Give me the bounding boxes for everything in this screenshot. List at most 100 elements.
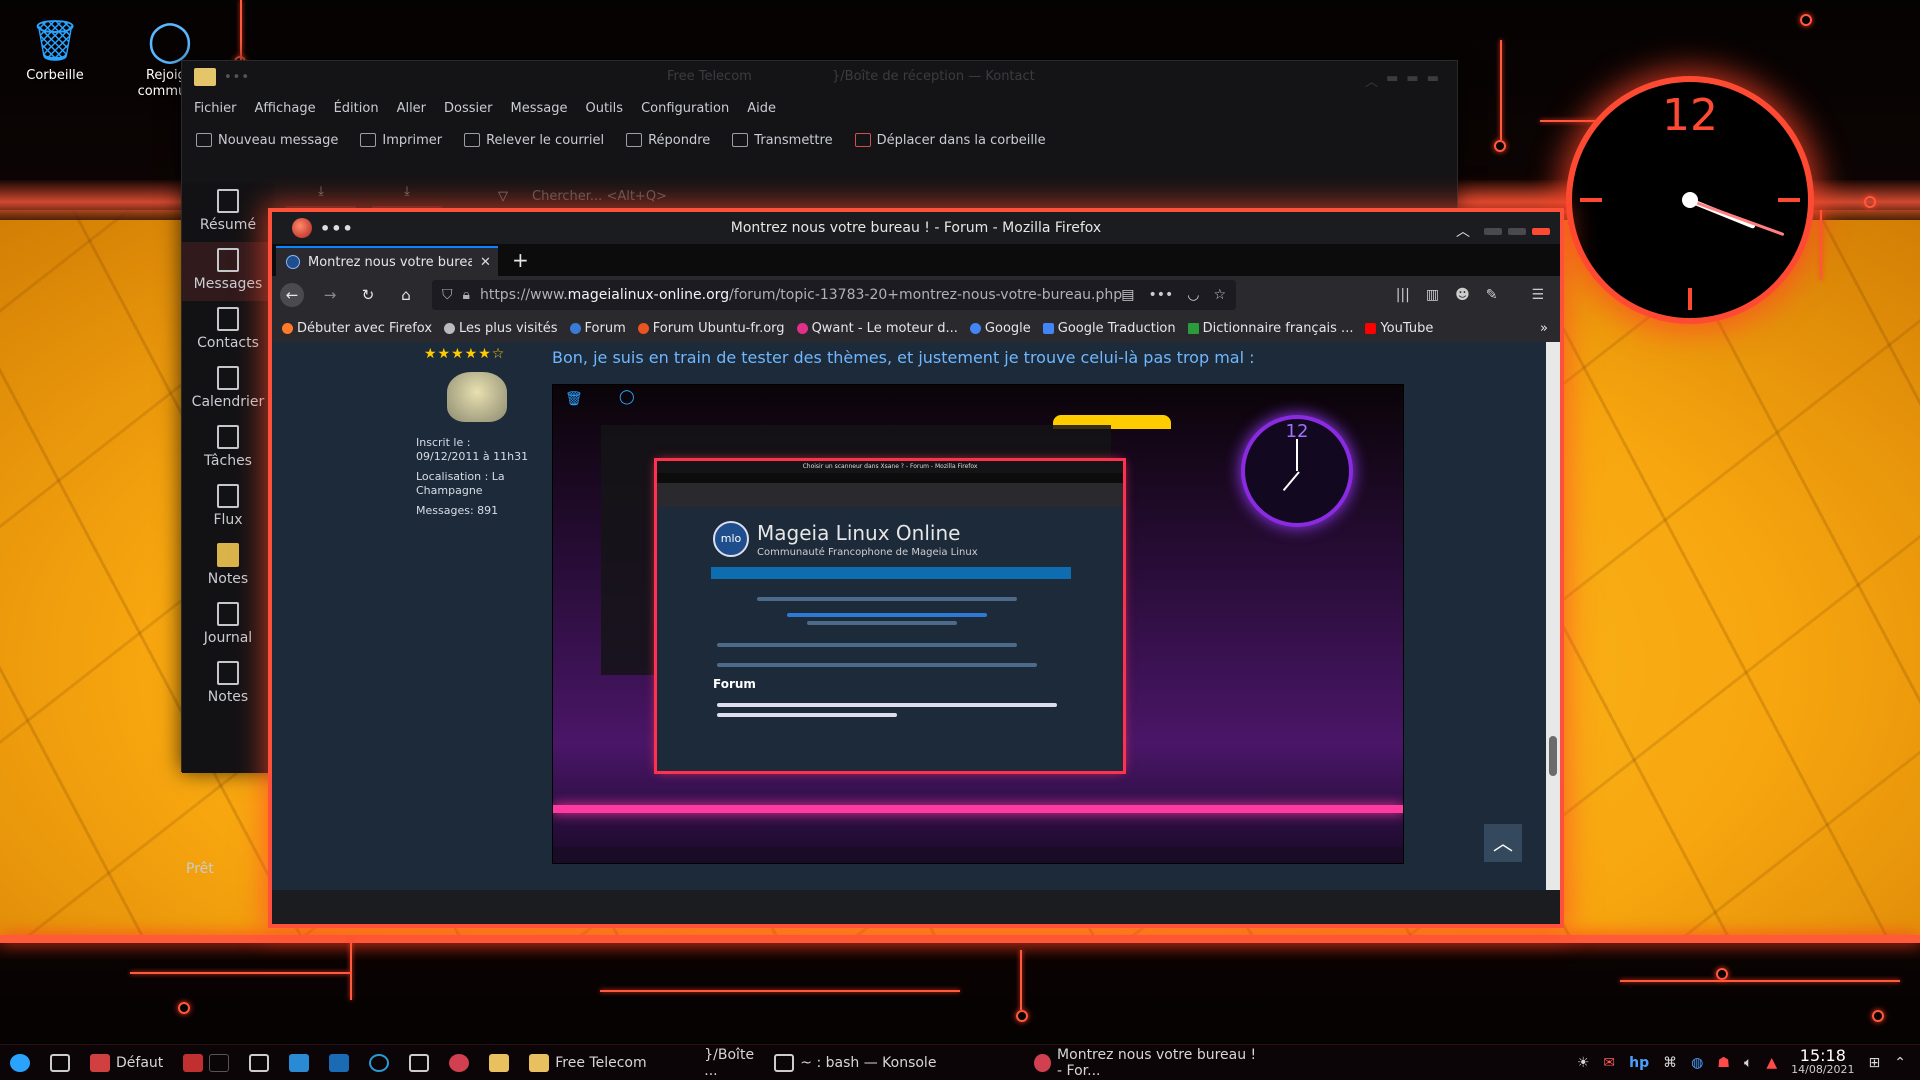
- quicklaunch-screenshot[interactable]: [359, 1045, 399, 1080]
- extension-icon[interactable]: ☻: [1455, 287, 1470, 303]
- search-input[interactable]: Chercher... <Alt+Q>: [532, 189, 667, 204]
- close-button[interactable]: [1532, 227, 1550, 235]
- maximize-button[interactable]: [1508, 227, 1526, 235]
- print-button[interactable]: Imprimer: [360, 133, 442, 148]
- tray-expand-icon[interactable]: ⌃: [1894, 1055, 1906, 1071]
- reload-button[interactable]: ↻: [356, 283, 380, 307]
- window-list-icon[interactable]: ⊞: [1869, 1055, 1881, 1071]
- quicklaunch-firefox[interactable]: [439, 1045, 479, 1080]
- forward-button[interactable]: →: [318, 283, 342, 307]
- pager[interactable]: [173, 1045, 239, 1080]
- sidebar-item-summary[interactable]: Résumé: [182, 183, 274, 242]
- show-desktop-button[interactable]: [40, 1045, 80, 1080]
- move-to-trash-button[interactable]: Déplacer dans la corbeille: [854, 133, 1046, 148]
- bookmark-item[interactable]: Débuter avec Firefox: [282, 321, 432, 336]
- menu-message[interactable]: Message: [511, 101, 568, 116]
- sidebar-item-tasks[interactable]: Tâches: [182, 419, 274, 478]
- window-menu-icon[interactable]: •••: [224, 70, 250, 85]
- shield-icon[interactable]: ⛉: [442, 287, 453, 303]
- screenshot-image[interactable]: 🗑 ◯ 12 Choisir un scanneur dans Xsane ? …: [552, 384, 1404, 864]
- forward-icon: [732, 133, 749, 147]
- bookmark-item[interactable]: Forum: [569, 321, 626, 336]
- desktop-icon-trash[interactable]: 🗑 Corbeille: [0, 14, 110, 83]
- menu-affichage[interactable]: Affichage: [255, 101, 316, 116]
- pocket-icon[interactable]: ◡: [1187, 287, 1199, 303]
- quicklaunch-monitor[interactable]: [399, 1045, 439, 1080]
- sidebar-item-contacts[interactable]: Contacts: [182, 301, 274, 360]
- page-actions-icon[interactable]: •••: [1148, 287, 1173, 303]
- folder-tab-inbox-2[interactable]: ⤓: [372, 184, 442, 208]
- minimize-button[interactable]: ▬: [1386, 71, 1398, 90]
- menu-edition[interactable]: Édition: [334, 101, 379, 116]
- forward-button[interactable]: Transmettre: [732, 133, 833, 148]
- activity-switcher[interactable]: Défaut: [80, 1045, 173, 1080]
- bookmark-star-icon[interactable]: ☆: [1213, 287, 1226, 303]
- hamburger-menu-icon[interactable]: ☰: [1531, 287, 1544, 303]
- lock-icon[interactable]: 🔒︎: [463, 287, 470, 303]
- page-scrollbar[interactable]: [1546, 342, 1560, 890]
- minimize-button[interactable]: [1484, 227, 1502, 235]
- alert-icon[interactable]: ▲: [1766, 1055, 1777, 1071]
- kontact-titlebar[interactable]: ••• Free Telecom }/Boîte de réception — …: [182, 61, 1457, 93]
- system-tray: ☀ ✉ hp ⌘ ◍ ☗ 🔈︎ ▲ 15:18 14/08/2021 ⊞ ⌃: [1577, 1045, 1920, 1080]
- notification-icon[interactable]: ✉: [1603, 1055, 1615, 1071]
- menu-configuration[interactable]: Configuration: [641, 101, 729, 116]
- bookmark-item[interactable]: Google Traduction: [1042, 321, 1176, 336]
- quicklaunch-app[interactable]: [319, 1045, 359, 1080]
- volume-icon[interactable]: 🔈︎: [1744, 1055, 1752, 1071]
- quicklaunch-terminal[interactable]: [239, 1045, 279, 1080]
- new-tab-button[interactable]: +: [512, 248, 529, 272]
- home-button[interactable]: ⌂: [394, 283, 418, 307]
- reply-button[interactable]: Répondre: [626, 133, 710, 148]
- menu-dossier[interactable]: Dossier: [444, 101, 492, 116]
- task-kontact[interactable]: Free Telecom: [519, 1045, 694, 1080]
- rss-icon[interactable]: ⌘: [1663, 1055, 1677, 1071]
- scroll-to-top-button[interactable]: ︿: [1484, 824, 1522, 862]
- extension-icon-2[interactable]: ✎: [1486, 287, 1498, 303]
- menu-outils[interactable]: Outils: [585, 101, 623, 116]
- bookmark-item[interactable]: Les plus visités: [444, 321, 558, 336]
- library-icon[interactable]: |||: [1396, 287, 1410, 303]
- tab-montrez-nous[interactable]: Montrez nous votre bureau ! - Forum ✕: [276, 246, 498, 276]
- bookmark-item[interactable]: Google: [969, 321, 1031, 336]
- digital-clock[interactable]: 15:18 14/08/2021: [1791, 1048, 1854, 1077]
- bookmark-item[interactable]: Dictionnaire français ...: [1187, 321, 1353, 336]
- updates-icon[interactable]: ☗: [1717, 1055, 1730, 1071]
- task-kontact-inbox[interactable]: }/Boîte ...: [694, 1045, 764, 1080]
- new-message-button[interactable]: Nouveau message: [196, 133, 338, 148]
- bookmark-item[interactable]: Forum Ubuntu-fr.org: [637, 321, 785, 336]
- reader-view-icon[interactable]: ▤: [1121, 287, 1134, 303]
- bookmark-item[interactable]: Qwant - Le moteur d...: [796, 321, 958, 336]
- task-konsole[interactable]: ~ : bash — Konsole: [764, 1045, 1024, 1080]
- quicklaunch-files[interactable]: [279, 1045, 319, 1080]
- sidebar-item-journal[interactable]: Journal: [182, 596, 274, 655]
- brightness-icon[interactable]: ☀: [1577, 1055, 1590, 1071]
- chevron-double-right-icon[interactable]: »: [1540, 321, 1548, 336]
- firefox-titlebar[interactable]: ••• Montrez nous votre bureau ! - Forum …: [272, 212, 1560, 244]
- sidebar-icon[interactable]: ▥: [1426, 287, 1439, 303]
- sidebar-item-notes-2[interactable]: Notes: [182, 655, 274, 714]
- maximize-button[interactable]: ▬: [1406, 71, 1418, 90]
- bookmark-item[interactable]: YouTube: [1365, 321, 1433, 336]
- network-icon[interactable]: ◍: [1691, 1055, 1703, 1071]
- chevron-up-icon[interactable]: ︿: [1365, 71, 1378, 90]
- close-button[interactable]: ▬: [1427, 71, 1439, 90]
- hp-printer-icon[interactable]: hp: [1629, 1055, 1649, 1071]
- chevron-up-icon[interactable]: ︿: [1456, 221, 1470, 241]
- application-launcher-button[interactable]: [0, 1045, 40, 1080]
- menu-aller[interactable]: Aller: [397, 101, 426, 116]
- menu-fichier[interactable]: Fichier: [194, 101, 237, 116]
- back-button[interactable]: ←: [280, 283, 304, 307]
- sidebar-item-calendar[interactable]: Calendrier: [182, 360, 274, 419]
- url-bar[interactable]: ⛉ 🔒︎ https://www.mageialinux-online.org/…: [432, 280, 1236, 310]
- task-firefox[interactable]: Montrez nous votre bureau ! - For...: [1024, 1045, 1274, 1080]
- youtube-icon: [1365, 322, 1377, 334]
- sidebar-item-messages[interactable]: Messages: [182, 242, 274, 301]
- check-mail-button[interactable]: Relever le courriel: [464, 133, 604, 148]
- folder-tab-inbox[interactable]: ⤓: [286, 184, 356, 208]
- close-tab-icon[interactable]: ✕: [480, 255, 491, 270]
- sidebar-item-feeds[interactable]: Flux: [182, 478, 274, 537]
- quicklaunch-folder[interactable]: [479, 1045, 519, 1080]
- menu-aide[interactable]: Aide: [747, 101, 776, 116]
- sidebar-item-notes[interactable]: Notes: [182, 537, 274, 596]
